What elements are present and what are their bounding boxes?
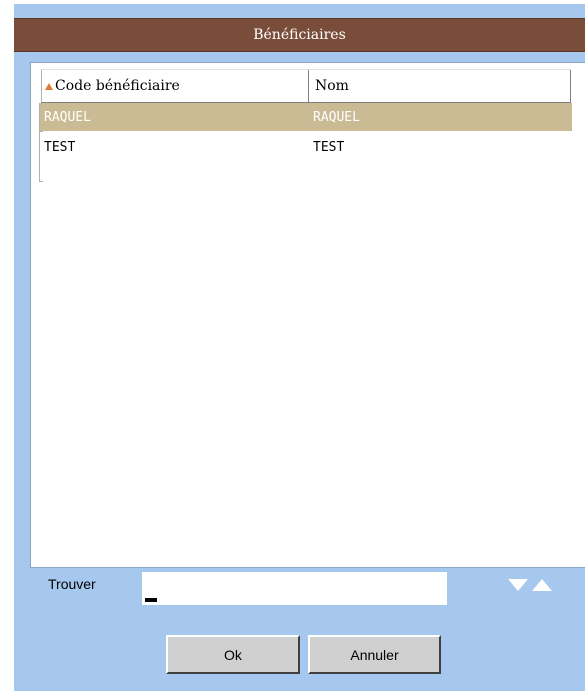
beneficiaries-dialog: Bénéficiaires Code bénéficiaire Nom RAQU… [14, 4, 585, 691]
cell-code: RAQUEL [44, 109, 91, 125]
beneficiaries-list[interactable]: Code bénéficiaire Nom RAQUEL RAQUEL TEST… [30, 62, 585, 568]
column-header-name[interactable]: Nom [309, 70, 571, 102]
cell-name: RAQUEL [313, 109, 360, 125]
column-header-code[interactable]: Code bénéficiaire [41, 70, 309, 102]
find-label: Trouver [48, 576, 96, 592]
table-header: Code bénéficiaire Nom [41, 69, 571, 103]
find-input[interactable] [142, 572, 447, 605]
cell-code: TEST [44, 139, 76, 155]
dialog-title: Bénéficiaires [14, 18, 585, 52]
sort-ascending-icon [45, 82, 53, 90]
ok-button[interactable]: Ok [166, 635, 300, 674]
arrow-up-icon[interactable] [532, 579, 552, 591]
cell-name: TEST [313, 139, 345, 155]
table-row[interactable]: TEST TEST [40, 133, 572, 161]
column-header-name-label: Nom [315, 78, 349, 94]
arrow-down-icon[interactable] [508, 579, 528, 591]
table-row[interactable]: RAQUEL RAQUEL [40, 103, 572, 131]
cancel-button[interactable]: Annuler [308, 635, 441, 674]
column-header-code-label: Code bénéficiaire [55, 78, 180, 94]
text-cursor [145, 598, 157, 602]
